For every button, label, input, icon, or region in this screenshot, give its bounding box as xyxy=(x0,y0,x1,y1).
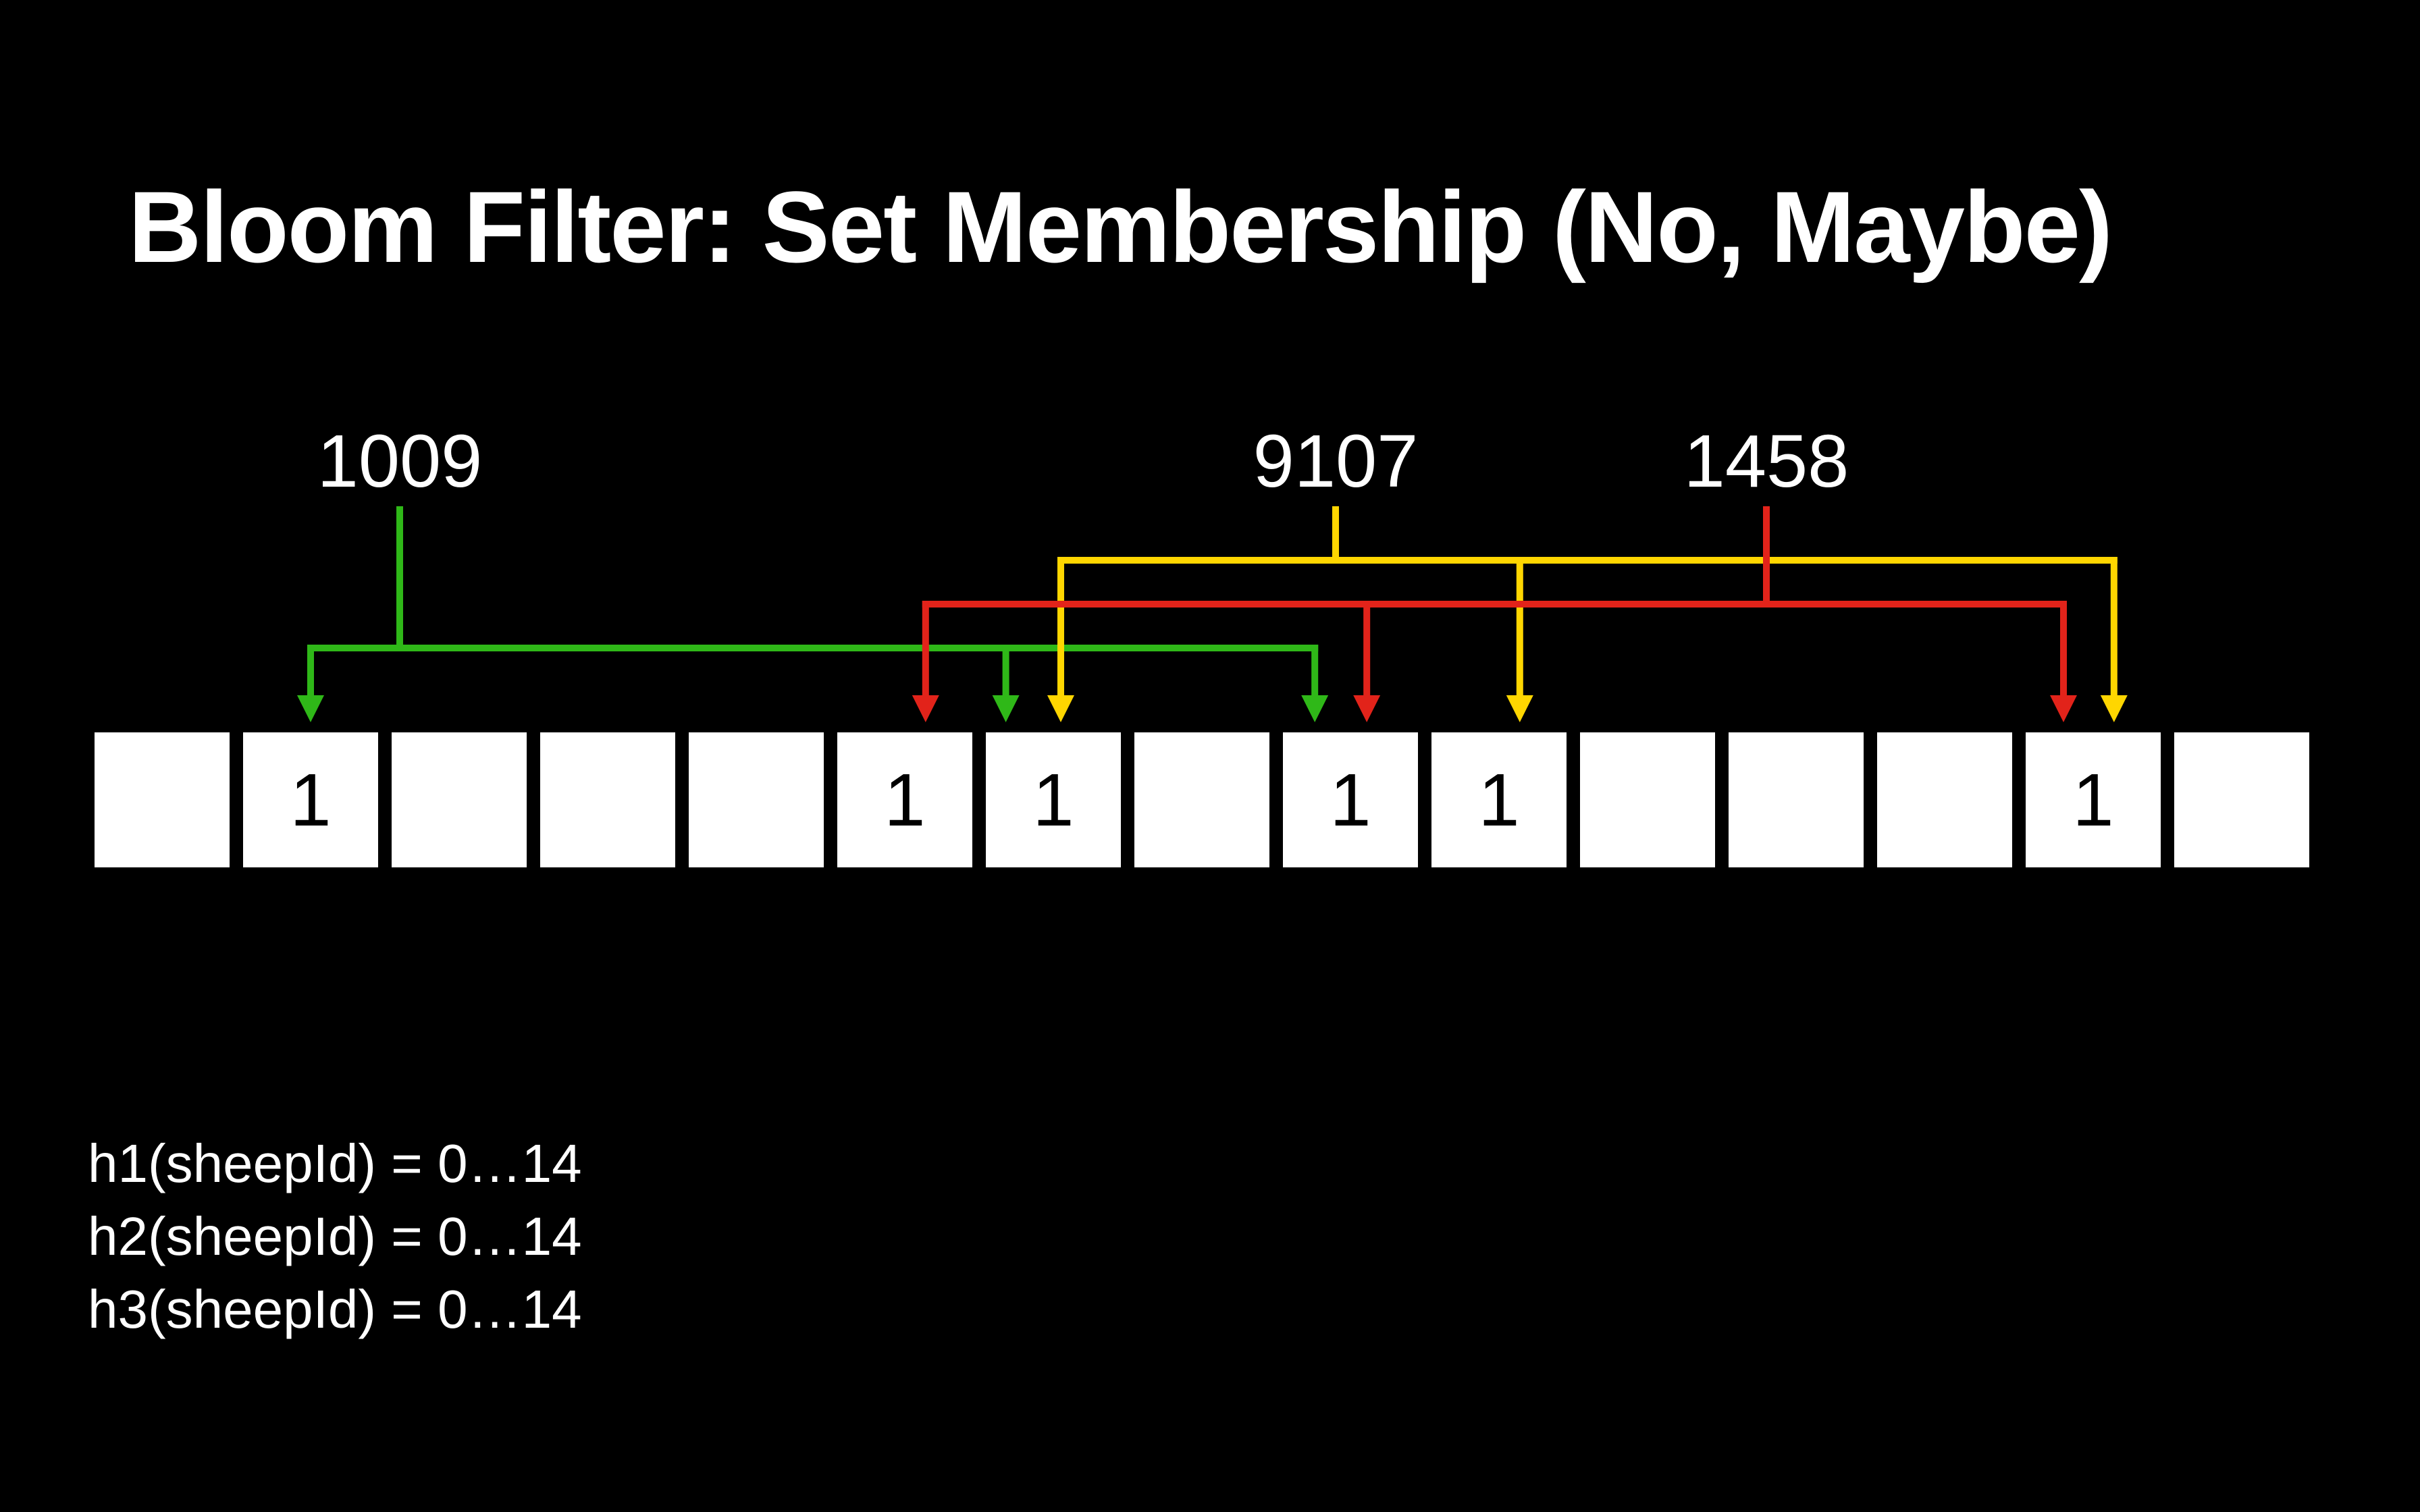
item-9107-arrowhead-2 xyxy=(2101,695,2128,722)
item-9107-arrowhead-0 xyxy=(1047,695,1074,722)
item-1458-arrowhead-0 xyxy=(912,695,939,722)
bit-cell: 1 xyxy=(986,732,1121,867)
hash-legend-line-1: h1(sheepId) = 0…14 xyxy=(88,1127,582,1200)
hash-legend-line-3: h3(sheepId) = 0…14 xyxy=(88,1273,582,1346)
bit-cell xyxy=(392,732,527,867)
bit-cell xyxy=(1877,732,2012,867)
bit-cell xyxy=(540,732,675,867)
item-1009-label: 1009 xyxy=(317,418,483,504)
bit-cell xyxy=(1729,732,1864,867)
item-1009-arrowhead-2 xyxy=(1301,695,1328,722)
item-1009-arrowhead-0 xyxy=(297,695,324,722)
bit-cell: 1 xyxy=(837,732,972,867)
item-1458-arrowhead-1 xyxy=(1353,695,1380,722)
slide-title: Bloom Filter: Set Membership (No, Maybe) xyxy=(128,169,2111,286)
hash-legend: h1(sheepId) = 0…14 h2(sheepId) = 0…14 h3… xyxy=(88,1127,582,1346)
item-1458-arrowhead-2 xyxy=(2050,695,2077,722)
bit-cell: 1 xyxy=(243,732,378,867)
bit-cell: 1 xyxy=(2026,732,2161,867)
bit-array: 111111 xyxy=(95,732,2309,867)
bit-cell xyxy=(1580,732,1715,867)
bit-cell xyxy=(1134,732,1269,867)
diagram-stage: Bloom Filter: Set Membership (No, Maybe)… xyxy=(0,0,2420,1512)
item-1009-arrowhead-1 xyxy=(993,695,1020,722)
bit-cell: 1 xyxy=(1431,732,1567,867)
item-1458-label: 1458 xyxy=(1684,418,1849,504)
item-9107-arrowhead-1 xyxy=(1506,695,1533,722)
bit-cell xyxy=(95,732,230,867)
hash-legend-line-2: h2(sheepId) = 0…14 xyxy=(88,1200,582,1273)
bit-cell: 1 xyxy=(1283,732,1418,867)
bit-cell xyxy=(689,732,824,867)
item-9107-label: 9107 xyxy=(1253,418,1419,504)
bit-cell xyxy=(2174,732,2309,867)
